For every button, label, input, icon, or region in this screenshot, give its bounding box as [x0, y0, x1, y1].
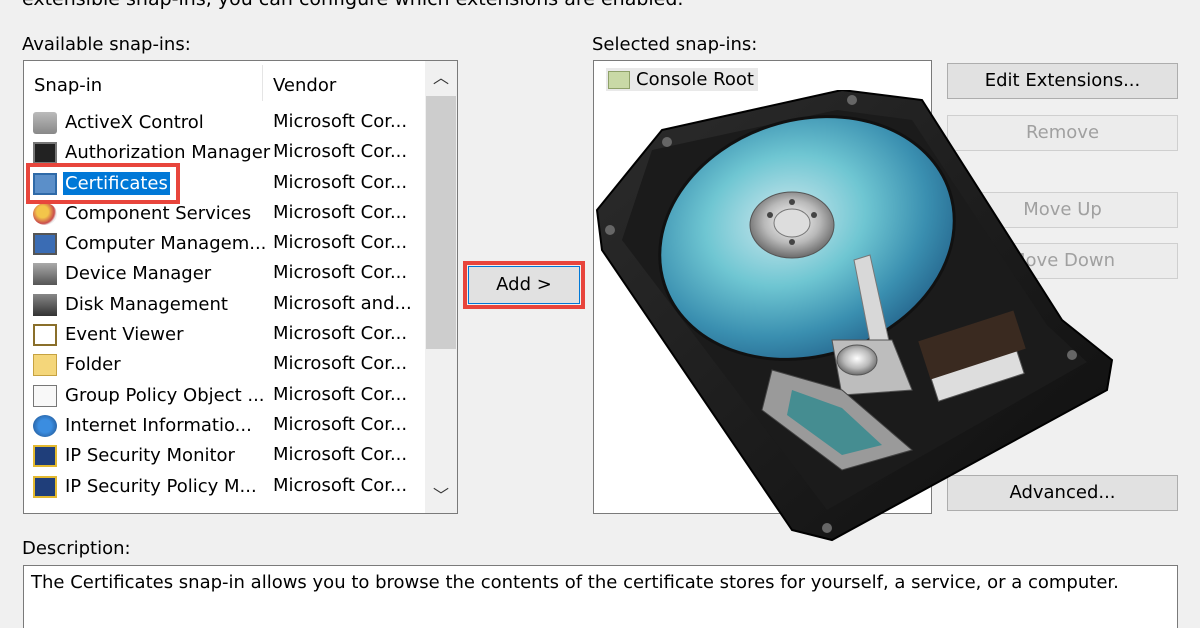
snapin-row[interactable]: IP Security Policy M... Microsoft Cor...	[24, 472, 426, 502]
snapin-name: Device Manager	[65, 263, 212, 285]
snapin-vendor: Microsoft Cor...	[273, 201, 408, 223]
snapin-vendor: Microsoft Cor...	[273, 413, 408, 435]
snapin-vendor: Microsoft Cor...	[273, 323, 408, 345]
snapin-row[interactable]: Computer Managem... Microsoft Cor...	[24, 229, 426, 259]
snapin-name: Folder	[65, 354, 121, 376]
snapin-row[interactable]: Event Viewer Microsoft Cor...	[24, 320, 426, 350]
snapin-name: Computer Managem...	[65, 233, 267, 255]
snapin-name: Group Policy Object ...	[65, 384, 265, 406]
console-root-node[interactable]: Console Root	[606, 68, 758, 91]
scroll-down-icon[interactable]: ﹀	[425, 481, 457, 511]
snapin-name: IP Security Policy M...	[65, 475, 257, 497]
snapin-name: Authorization Manager	[65, 142, 271, 164]
add-button[interactable]: Add >	[468, 266, 580, 304]
certificates-highlight-box	[26, 163, 180, 204]
computer-management-icon	[33, 233, 57, 256]
snapin-name: Component Services	[65, 202, 252, 224]
snapin-name: Internet Informatio...	[65, 414, 252, 436]
snapin-row[interactable]: Internet Informatio... Microsoft Cor...	[24, 411, 426, 441]
column-separator[interactable]	[262, 65, 263, 101]
snapin-row[interactable]: IP Security Monitor Microsoft Cor...	[24, 441, 426, 471]
snapin-vendor: Microsoft Cor...	[273, 141, 408, 163]
hard-drive-illustration	[595, 90, 1114, 542]
column-header-snapin[interactable]: Snap-in	[34, 75, 102, 96]
snapin-name: Event Viewer	[65, 324, 184, 346]
selected-snapins-label: Selected snap-ins:	[592, 34, 758, 55]
snapin-vendor: Microsoft Cor...	[273, 262, 408, 284]
description-label: Description:	[22, 538, 131, 559]
available-snapins-label: Available snap-ins:	[22, 34, 191, 55]
snapin-name: IP Security Monitor	[65, 445, 235, 467]
list-header: Snap-in Vendor	[24, 61, 426, 106]
folder-icon	[33, 354, 57, 377]
description-text: The Certificates snap-in allows you to b…	[23, 565, 1178, 628]
header-text: extensible snap-ins, you can configure w…	[22, 0, 683, 10]
snapin-name: ActiveX Control	[65, 112, 204, 133]
activex-icon	[33, 112, 57, 134]
scroll-thumb[interactable]	[426, 96, 456, 349]
ip-security-monitor-icon	[33, 445, 57, 468]
iis-icon	[33, 414, 57, 437]
scroll-up-icon[interactable]: ︿	[425, 63, 457, 93]
event-viewer-icon	[33, 324, 57, 347]
snapin-vendor: Microsoft and...	[273, 292, 412, 314]
disk-management-icon	[33, 293, 57, 316]
ip-security-policy-icon	[33, 475, 57, 498]
snapin-vendor: Microsoft Cor...	[273, 171, 408, 193]
snapin-vendor: Microsoft Cor...	[273, 444, 408, 466]
snapin-row[interactable]: Disk Management Microsoft and...	[24, 290, 426, 320]
snapin-vendor: Microsoft Cor...	[273, 232, 408, 254]
snapin-row[interactable]: Device Manager Microsoft Cor...	[24, 259, 426, 289]
vertical-scrollbar[interactable]: ︿ ﹀	[425, 61, 457, 513]
console-root-label: Console Root	[636, 69, 754, 90]
snapin-row[interactable]: Folder Microsoft Cor...	[24, 350, 426, 380]
snapin-vendor: Microsoft Cor...	[273, 353, 408, 375]
available-snapins-list[interactable]: Snap-in Vendor ActiveX Control Microsoft …	[23, 60, 458, 514]
snapin-row[interactable]: Group Policy Object ... Microsoft Cor...	[24, 381, 426, 411]
console-root-folder-icon	[608, 71, 630, 89]
snapin-vendor: Microsoft Cor...	[273, 383, 408, 405]
column-header-vendor[interactable]: Vendor	[273, 75, 336, 96]
component-services-icon	[33, 202, 57, 225]
authorization-manager-icon	[33, 142, 57, 165]
snapin-vendor: Microsoft Cor...	[273, 111, 408, 132]
snapin-name: Disk Management	[65, 293, 228, 315]
device-manager-icon	[33, 263, 57, 286]
group-policy-icon	[33, 384, 57, 407]
snapin-row[interactable]: ActiveX Control Microsoft Cor...	[24, 108, 426, 138]
snapin-vendor: Microsoft Cor...	[273, 474, 408, 496]
